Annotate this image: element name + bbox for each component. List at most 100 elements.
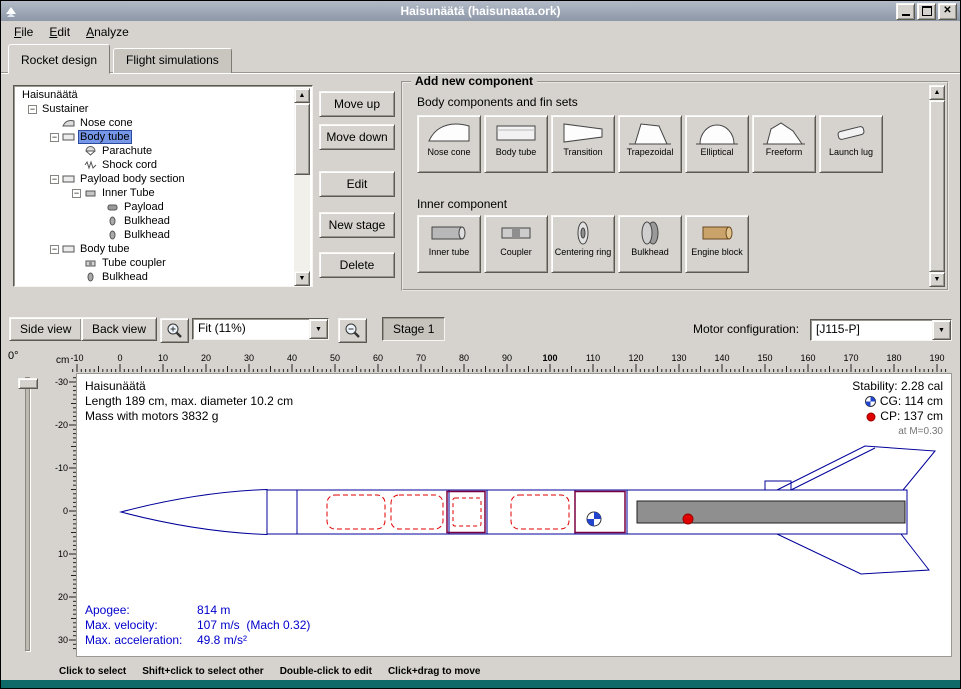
move-up-button[interactable]: Move up (319, 91, 395, 117)
add-bulkhead-button[interactable]: Bulkhead (618, 215, 682, 273)
svg-text:60: 60 (373, 353, 383, 363)
nose-cone-shape (121, 490, 267, 535)
menu-analyze[interactable]: Analyze (78, 22, 137, 42)
rotation-slider-track[interactable] (25, 377, 30, 651)
add-engine-block-button[interactable]: Engine block (685, 215, 749, 273)
svg-text:0: 0 (63, 506, 68, 516)
cg-value: CG: 114 cm (880, 394, 943, 409)
tree-item-parachute[interactable]: Parachute (16, 144, 294, 158)
edit-button[interactable]: Edit (319, 171, 395, 197)
maximize-button[interactable] (917, 3, 936, 20)
scroll-up-icon[interactable] (294, 88, 310, 103)
tree-item-label: Tube coupler (100, 257, 168, 269)
tree-item-body-tube-2[interactable]: Body tube (16, 242, 294, 256)
tab-rocket-design[interactable]: Rocket design (8, 44, 110, 74)
back-view-button[interactable]: Back view (81, 317, 157, 341)
collapse-icon[interactable] (72, 189, 81, 198)
svg-text:70: 70 (416, 353, 426, 363)
mach-condition: at M=0.30 (852, 424, 943, 439)
bulkhead-icon (106, 230, 119, 240)
chevron-down-icon[interactable] (309, 319, 328, 339)
add-elliptical-fin-button[interactable]: Elliptical (685, 115, 749, 173)
scroll-down-icon[interactable] (294, 271, 310, 286)
svg-text:100: 100 (542, 353, 557, 363)
move-down-button[interactable]: Move down (319, 124, 395, 150)
zoom-select[interactable]: Fit (11%) (192, 318, 329, 340)
tree-item-bulkhead[interactable]: Bulkhead (16, 270, 294, 284)
minimize-button[interactable] (896, 3, 915, 20)
add-trapezoidal-fin-button[interactable]: Trapezoidal (618, 115, 682, 173)
tab-flight-simulations[interactable]: Flight simulations (113, 48, 232, 73)
chevron-down-icon[interactable] (932, 320, 951, 340)
tree-item-label-selected: Body tube (78, 130, 132, 144)
motor-configuration-select[interactable]: [J115-P] (810, 319, 952, 341)
rocket-canvas[interactable]: Haisunäätä Length 189 cm, max. diameter … (76, 373, 952, 657)
tree-item-tube-coupler[interactable]: Tube coupler (16, 256, 294, 270)
tree-item-payload-body-section[interactable]: Payload body section (16, 172, 294, 186)
component-label: Coupler (500, 248, 532, 258)
zoom-in-icon (166, 322, 184, 340)
svg-text:30: 30 (244, 353, 254, 363)
body-tube-icon (62, 174, 75, 184)
component-tree: Haisunäätä Sustainer Nose cone Body tube… (13, 85, 313, 287)
delete-button[interactable]: Delete (319, 252, 395, 278)
add-inner-tube-button[interactable]: Inner tube (417, 215, 481, 273)
collapse-icon[interactable] (50, 175, 59, 184)
new-stage-button[interactable]: New stage (319, 212, 395, 238)
rotation-value: 0° (8, 350, 19, 362)
scroll-up-icon[interactable] (929, 85, 945, 100)
tree-item-inner-tube[interactable]: Inner Tube (16, 186, 294, 200)
side-view-button[interactable]: Side view (9, 317, 82, 341)
body-component-buttons: Nose cone Body tube Transition Trapezoid… (417, 115, 883, 173)
collapse-icon[interactable] (50, 133, 59, 142)
hint-shift-click: Shift+click to select other (142, 666, 263, 677)
stability-value: Stability: 2.28 cal (852, 379, 943, 394)
tree-item-bulkhead[interactable]: Bulkhead (16, 214, 294, 228)
tree-item-label: Shock cord (100, 159, 159, 171)
collapse-icon[interactable] (28, 105, 37, 114)
component-label: Body tube (496, 148, 537, 158)
scroll-down-icon[interactable] (929, 272, 945, 287)
tree-item-rocket[interactable]: Haisunäätä (16, 88, 294, 102)
tree-scrollbar[interactable] (294, 88, 310, 286)
menu-edit[interactable]: Edit (41, 22, 78, 42)
collapse-icon[interactable] (50, 245, 59, 254)
tree-item-label: Bulkhead (100, 271, 150, 283)
menu-file[interactable]: File (6, 22, 41, 42)
svg-text:80: 80 (459, 353, 469, 363)
add-coupler-button[interactable]: Coupler (484, 215, 548, 273)
component-panel-scrollbar[interactable] (929, 85, 945, 287)
add-nose-cone-button[interactable]: Nose cone (417, 115, 481, 173)
tree-item-bulkhead[interactable]: Bulkhead (16, 228, 294, 242)
trapezoidal-fin-icon (628, 119, 672, 147)
add-launch-lug-button[interactable]: Launch lug (819, 115, 883, 173)
tree-item-body-tube[interactable]: Body tube (16, 130, 294, 144)
svg-text:-30: -30 (55, 377, 68, 387)
nose-cone-icon (427, 119, 471, 147)
add-body-tube-button[interactable]: Body tube (484, 115, 548, 173)
launch-lug-icon (829, 119, 873, 147)
app-window: Haisunäätä (haisunaata.ork) ✕ File Edit … (0, 0, 961, 689)
tree-item-shock-cord[interactable]: Shock cord (16, 158, 294, 172)
zoom-out-button[interactable] (338, 318, 367, 343)
body-tube-icon (62, 244, 75, 254)
svg-text:150: 150 (757, 353, 772, 363)
rotation-slider-handle[interactable] (18, 378, 38, 389)
tree-item-label: Bulkhead (122, 229, 172, 241)
title-bar[interactable]: Haisunäätä (haisunaata.ork) ✕ (1, 1, 960, 21)
hint-bar: Click to select Shift+click to select ot… (1, 661, 960, 681)
svg-text:10: 10 (58, 549, 68, 559)
tree-item-sustainer[interactable]: Sustainer (16, 102, 294, 116)
add-freeform-fin-button[interactable]: Freeform (752, 115, 816, 173)
tree-item-payload[interactable]: Payload (16, 200, 294, 214)
add-transition-button[interactable]: Transition (551, 115, 615, 173)
stage-1-toggle[interactable]: Stage 1 (382, 317, 445, 341)
scrollbar-thumb[interactable] (929, 100, 945, 272)
flight-stats: Apogee:814 m Max. velocity:107 m/s (Mach… (85, 603, 310, 648)
tree-item-nose-cone[interactable]: Nose cone (16, 116, 294, 130)
close-button[interactable]: ✕ (938, 3, 957, 20)
scrollbar-thumb[interactable] (294, 103, 310, 175)
zoom-in-button[interactable] (160, 318, 189, 343)
svg-text:50: 50 (330, 353, 340, 363)
add-centering-ring-button[interactable]: Centering ring (551, 215, 615, 273)
